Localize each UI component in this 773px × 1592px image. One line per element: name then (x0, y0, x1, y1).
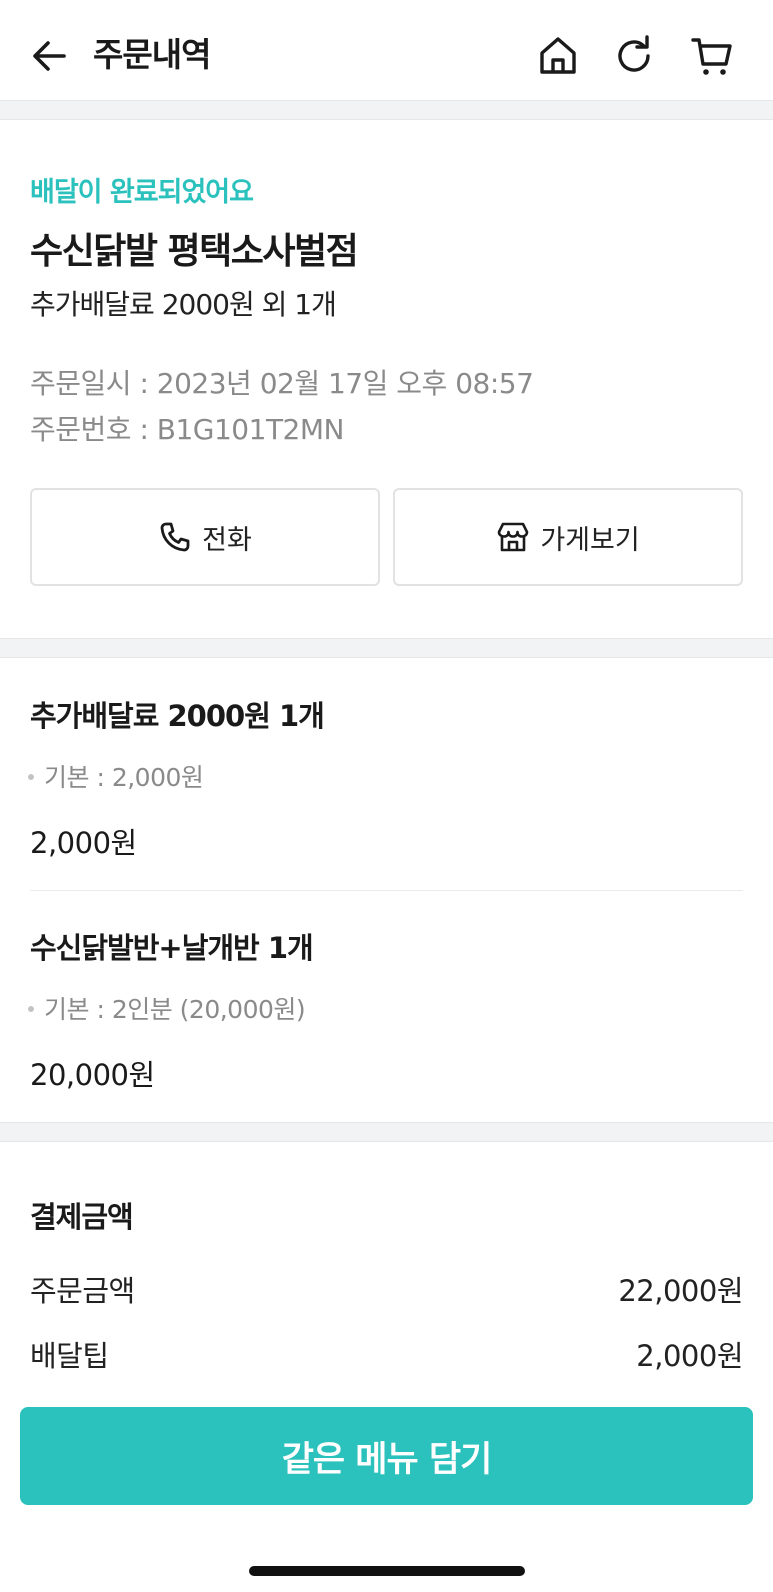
payment-row-value: 2,000원 (636, 1339, 743, 1373)
order-datetime: 주문일시 : 2023년 02월 17일 오후 08:57 (30, 367, 534, 400)
payment-row-label: 주문금액 (30, 1274, 135, 1308)
order-item-price: 2,000원 (30, 826, 137, 860)
store-name: 수신닭발 평택소사벌점 (30, 231, 359, 272)
payment-row-label: 배달팁 (30, 1339, 109, 1373)
order-item-option-text: 기본 : 2,000원 (44, 763, 204, 792)
order-number: 주문번호 : B1G101T2MN (30, 413, 344, 446)
view-store-button[interactable]: 가게보기 (393, 488, 743, 586)
refresh-icon (618, 35, 650, 72)
home-button[interactable] (536, 34, 580, 78)
payment-title: 결제금액 (30, 1200, 134, 1234)
home-icon (540, 37, 576, 74)
back-button[interactable] (28, 34, 72, 78)
order-item-price: 20,000원 (30, 1058, 155, 1092)
payment-row-delivery-tip: 배달팁 2,000원 (30, 1333, 743, 1375)
order-item-option: 기본 : 2,000원 (28, 758, 204, 794)
order-summary: 추가배달료 2000원 외 1개 (30, 288, 337, 321)
home-indicator (249, 1566, 525, 1576)
page-title: 주문내역 (93, 35, 211, 74)
app-header: 주문내역 (0, 0, 773, 100)
order-item-option: 기본 : 2인분 (20,000원) (28, 990, 306, 1026)
call-label: 전화 (202, 524, 252, 556)
section-separator (0, 100, 773, 120)
payment-row-value: 22,000원 (618, 1274, 743, 1308)
section-separator (0, 638, 773, 658)
phone-icon (160, 522, 190, 552)
item-divider (30, 890, 743, 891)
bullet-dot-icon (28, 774, 34, 780)
payment-row-order-amount: 주문금액 22,000원 (30, 1268, 743, 1310)
call-button[interactable]: 전화 (30, 488, 380, 586)
cart-icon (691, 38, 732, 75)
arrow-left-icon (33, 41, 66, 71)
order-item-title: 수신닭발반+날개반 1개 (30, 931, 314, 965)
order-item-title: 추가배달료 2000원 1개 (30, 699, 325, 733)
store-icon (498, 522, 529, 552)
section-separator (0, 1122, 773, 1142)
cart-button[interactable] (690, 34, 734, 78)
delivery-status: 배달이 완료되었어요 (30, 177, 254, 208)
reorder-same-menu-button[interactable]: 같은 메뉴 담기 (20, 1407, 753, 1505)
order-item-option-text: 기본 : 2인분 (20,000원) (44, 995, 306, 1024)
refresh-button[interactable] (612, 34, 656, 78)
bullet-dot-icon (28, 1006, 34, 1012)
view-store-label: 가게보기 (540, 524, 640, 556)
